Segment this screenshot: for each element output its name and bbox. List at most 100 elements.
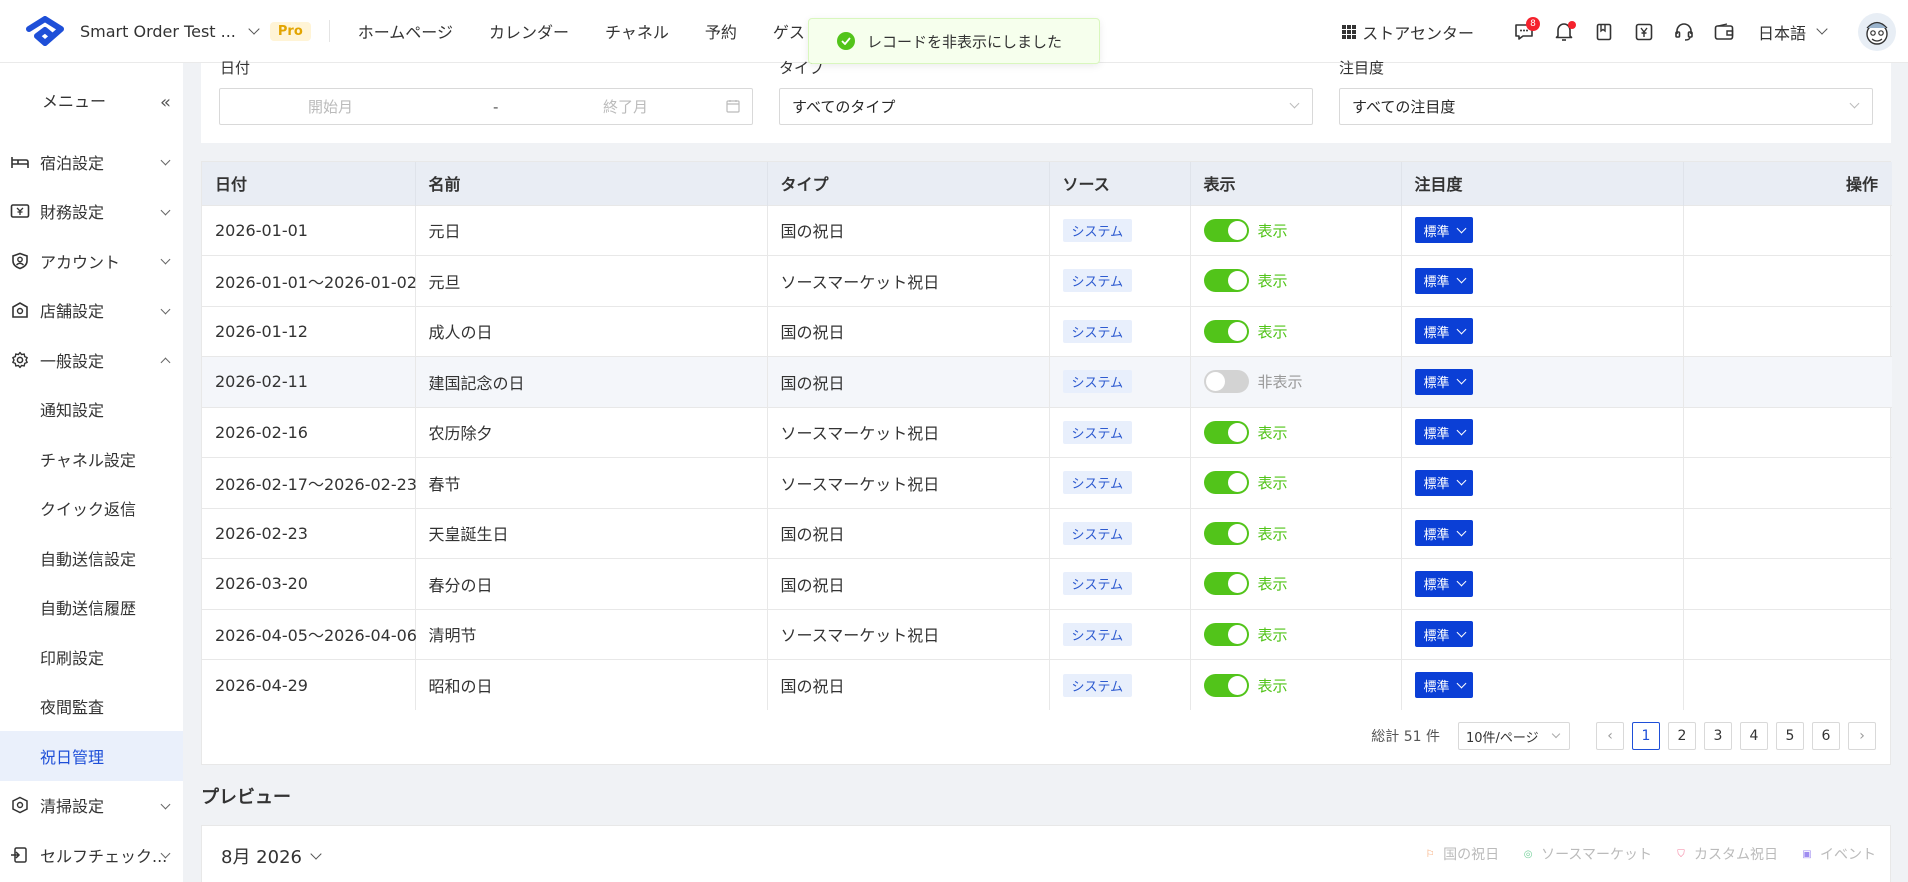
next-page-button[interactable]: › xyxy=(1848,722,1876,750)
visibility-toggle[interactable] xyxy=(1203,370,1249,394)
source-tag: システム xyxy=(1062,218,1133,242)
column-header-source[interactable]: ソース xyxy=(1049,162,1191,205)
sidebar-item-label: 清掃設定 xyxy=(40,797,105,817)
attention-label: 標準 xyxy=(1423,578,1450,594)
nav-channel[interactable]: チャネル xyxy=(587,19,687,43)
page-1-button[interactable]: 1 xyxy=(1632,722,1660,750)
sidebar-sub-print[interactable]: 印刷設定 xyxy=(0,632,183,682)
currency-button[interactable] xyxy=(1624,12,1664,52)
attention-label: 標準 xyxy=(1423,224,1450,240)
page-6-button[interactable]: 6 xyxy=(1812,722,1840,750)
attention-dropdown-button[interactable]: 標準 xyxy=(1414,672,1473,698)
sidebar-item-self-checkin[interactable]: セルフチェック... xyxy=(0,830,183,880)
cell-date: 2026-01-12 xyxy=(202,305,416,357)
month-selector[interactable]: 8月 2026 xyxy=(221,843,322,869)
success-toast: レコードを非表示にしました xyxy=(808,18,1100,64)
type-select[interactable]: すべてのタイプ xyxy=(779,88,1313,125)
language-selector[interactable]: 日本語 xyxy=(1758,20,1828,44)
sidebar-sub-channel[interactable]: チャネル設定 xyxy=(0,434,183,484)
cell-actions xyxy=(1683,255,1892,306)
column-header-visibility[interactable]: 表示 xyxy=(1190,162,1402,205)
nav-calendar[interactable]: カレンダー xyxy=(471,19,587,43)
page-3-button[interactable]: 3 xyxy=(1704,722,1732,750)
visibility-toggle[interactable] xyxy=(1203,319,1249,343)
visibility-toggle[interactable] xyxy=(1203,218,1249,242)
column-header-name[interactable]: 名前 xyxy=(415,162,768,205)
start-month-input[interactable]: 開始月 xyxy=(308,96,353,117)
visibility-toggle[interactable] xyxy=(1203,572,1249,596)
self-checkin-icon xyxy=(10,845,30,865)
message-button[interactable]: 8 xyxy=(1504,12,1544,52)
prev-page-button[interactable]: ‹ xyxy=(1596,722,1624,750)
sidebar-item-account[interactable]: アカウント xyxy=(0,236,183,286)
visibility-toggle[interactable] xyxy=(1203,420,1249,444)
sidebar-item-cleaning[interactable]: 清掃設定 xyxy=(0,781,183,831)
support-button[interactable] xyxy=(1664,12,1704,52)
page-5-button[interactable]: 5 xyxy=(1776,722,1804,750)
nav-reservation[interactable]: 予約 xyxy=(687,19,755,43)
attention-dropdown-button[interactable]: 標準 xyxy=(1414,217,1473,244)
end-month-input[interactable]: 終了月 xyxy=(603,96,648,117)
attention-dropdown-button[interactable]: 標準 xyxy=(1414,570,1473,597)
column-header-date[interactable]: 日付 xyxy=(202,162,416,205)
cell-date: 2026-02-23 xyxy=(202,507,416,559)
cell-source: システム xyxy=(1049,255,1191,306)
attention-dropdown-button[interactable]: 標準 xyxy=(1414,318,1473,345)
sidebar-item-store[interactable]: 店舗設定 xyxy=(0,286,183,336)
store-name[interactable]: Smart Order Test ... xyxy=(80,22,236,41)
bookmark-button[interactable] xyxy=(1584,12,1624,52)
visibility-toggle[interactable] xyxy=(1203,471,1249,495)
cell-name: 成人の日 xyxy=(415,305,768,357)
bookmark-icon xyxy=(1596,23,1612,40)
app-logo[interactable] xyxy=(22,13,68,49)
visibility-toggle[interactable] xyxy=(1203,622,1249,646)
cell-attention: 標準 xyxy=(1401,507,1684,559)
visibility-toggle[interactable] xyxy=(1203,521,1249,545)
store-center-label: ストアセンター xyxy=(1362,23,1474,43)
sidebar-sub-holiday[interactable]: 祝日管理 xyxy=(0,731,183,781)
attention-dropdown-button[interactable]: 標準 xyxy=(1414,368,1473,395)
collapse-sidebar-icon[interactable]: « xyxy=(160,92,171,113)
attention-dropdown-button[interactable]: 標準 xyxy=(1414,621,1473,648)
sidebar-sub-auto-send-history[interactable]: 自動送信履歴 xyxy=(0,583,183,633)
chevron-down-icon[interactable] xyxy=(248,22,260,35)
avatar[interactable] xyxy=(1858,12,1896,51)
cell-visibility: 表示 xyxy=(1190,204,1402,256)
cell-visibility: 表示 xyxy=(1190,558,1402,609)
notification-button[interactable] xyxy=(1544,12,1584,52)
attention-dropdown-button[interactable]: 標準 xyxy=(1414,419,1473,446)
column-header-type[interactable]: タイプ xyxy=(767,162,1050,205)
store-center-link[interactable]: ストアセンター xyxy=(1342,20,1474,44)
sidebar-item-finance[interactable]: 財務設定 xyxy=(0,187,183,237)
cell-actions xyxy=(1683,356,1892,407)
page-4-button[interactable]: 4 xyxy=(1740,722,1768,750)
attention-select[interactable]: すべての注目度 xyxy=(1339,88,1873,125)
column-header-attention[interactable]: 注目度 xyxy=(1401,162,1684,205)
visibility-toggle[interactable] xyxy=(1203,269,1249,293)
visibility-label: 表示 xyxy=(1257,221,1288,240)
sidebar-item-general[interactable]: 一般設定 xyxy=(0,335,183,385)
sidebar-item-accommodation[interactable]: 宿泊設定 xyxy=(0,137,183,187)
finance-icon xyxy=(10,201,30,221)
page-size-select[interactable]: 10件/ページ xyxy=(1458,722,1570,750)
holiday-table: 日付 名前 タイプ ソース 表示 注目度 操作 2026-01-01 元日 国の祝日… xyxy=(202,162,1892,710)
nav-home[interactable]: ホームページ xyxy=(340,19,471,43)
visibility-label: 非表示 xyxy=(1257,373,1303,392)
visibility-toggle[interactable] xyxy=(1203,673,1249,697)
date-range-picker[interactable]: 開始月 - 終了月 xyxy=(219,88,753,125)
sidebar-sub-notification[interactable]: 通知設定 xyxy=(0,385,183,435)
attention-dropdown-button[interactable]: 標準 xyxy=(1414,267,1473,294)
page-2-button[interactable]: 2 xyxy=(1668,722,1696,750)
sidebar-sub-auto-send[interactable]: 自動送信設定 xyxy=(0,533,183,583)
source-tag: システム xyxy=(1062,673,1133,697)
sidebar-sub-night-audit[interactable]: 夜間監査 xyxy=(0,682,183,732)
attention-dropdown-button[interactable]: 標準 xyxy=(1414,469,1473,496)
calendar-icon xyxy=(726,100,740,113)
attention-dropdown-button[interactable]: 標準 xyxy=(1414,520,1473,547)
account-icon xyxy=(10,251,30,271)
cleaning-icon xyxy=(10,795,30,815)
wallet-button[interactable] xyxy=(1704,12,1744,52)
toast-message: レコードを非表示にしました xyxy=(867,32,1063,51)
cell-attention: 標準 xyxy=(1401,406,1684,458)
sidebar-sub-quick-reply[interactable]: クイック返信 xyxy=(0,484,183,534)
